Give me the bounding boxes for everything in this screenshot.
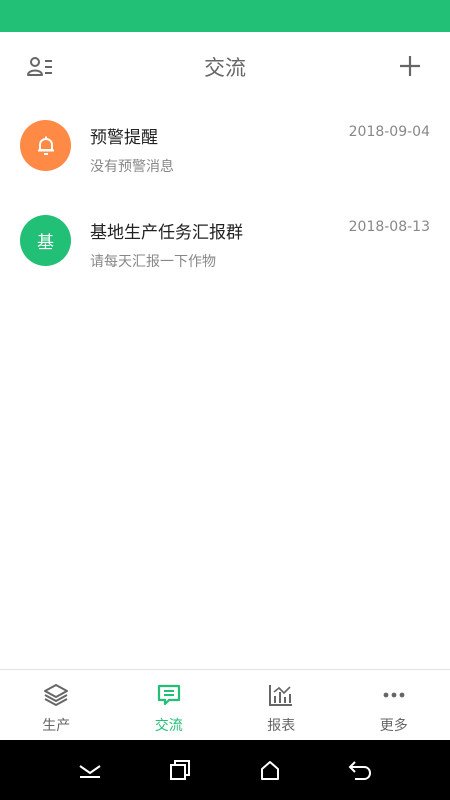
page-title: 交流 <box>204 56 246 80</box>
more-icon <box>383 692 405 698</box>
tab-label: 报表 <box>267 718 296 734</box>
tab-more[interactable]: 更多 <box>338 670 450 740</box>
tab-chat[interactable]: 交流 <box>113 670 226 740</box>
add-button[interactable] <box>396 52 424 80</box>
recents-icon <box>170 760 190 780</box>
layers-icon <box>44 684 69 706</box>
conversation-preview: 没有预警消息 <box>90 159 174 175</box>
conversation-list: 预警提醒 2018-09-04 没有预警消息 基 基地生产任务汇报群 2018-… <box>0 102 450 292</box>
avatar: 基 <box>20 215 71 266</box>
chart-icon <box>269 685 293 706</box>
system-nav-bar <box>0 740 450 800</box>
home-icon <box>261 761 279 780</box>
bottom-tab-bar: 生产 交流 报表 更多 <box>0 669 450 740</box>
back-icon <box>348 761 372 780</box>
top-bar: 交流 <box>0 32 450 102</box>
recents-button[interactable] <box>135 740 225 800</box>
tab-label: 生产 <box>42 718 71 734</box>
bell-icon <box>37 136 54 155</box>
conversation-item-alerts[interactable]: 预警提醒 2018-09-04 没有预警消息 <box>0 102 450 197</box>
tab-label: 交流 <box>154 718 183 734</box>
conversation-date: 2018-09-04 <box>348 124 430 140</box>
avatar <box>20 120 71 171</box>
conversation-preview: 请每天汇报一下作物 <box>90 254 216 270</box>
home-button[interactable] <box>225 740 315 800</box>
conversation-item-group[interactable]: 基 基地生产任务汇报群 2018-08-13 请每天汇报一下作物 <box>0 197 450 292</box>
conversation-date: 2018-08-13 <box>348 219 430 235</box>
collapse-button[interactable] <box>45 740 135 800</box>
chat-icon <box>157 684 180 706</box>
tab-label: 更多 <box>379 718 408 734</box>
conversation-name: 预警提醒 <box>90 128 158 148</box>
back-button[interactable] <box>315 740 405 800</box>
conversation-name: 基地生产任务汇报群 <box>90 223 243 243</box>
collapse-icon <box>79 765 101 778</box>
plus-icon <box>400 56 420 76</box>
status-bar <box>0 0 450 32</box>
tab-reports[interactable]: 报表 <box>225 670 338 740</box>
tab-production[interactable]: 生产 <box>0 670 113 740</box>
